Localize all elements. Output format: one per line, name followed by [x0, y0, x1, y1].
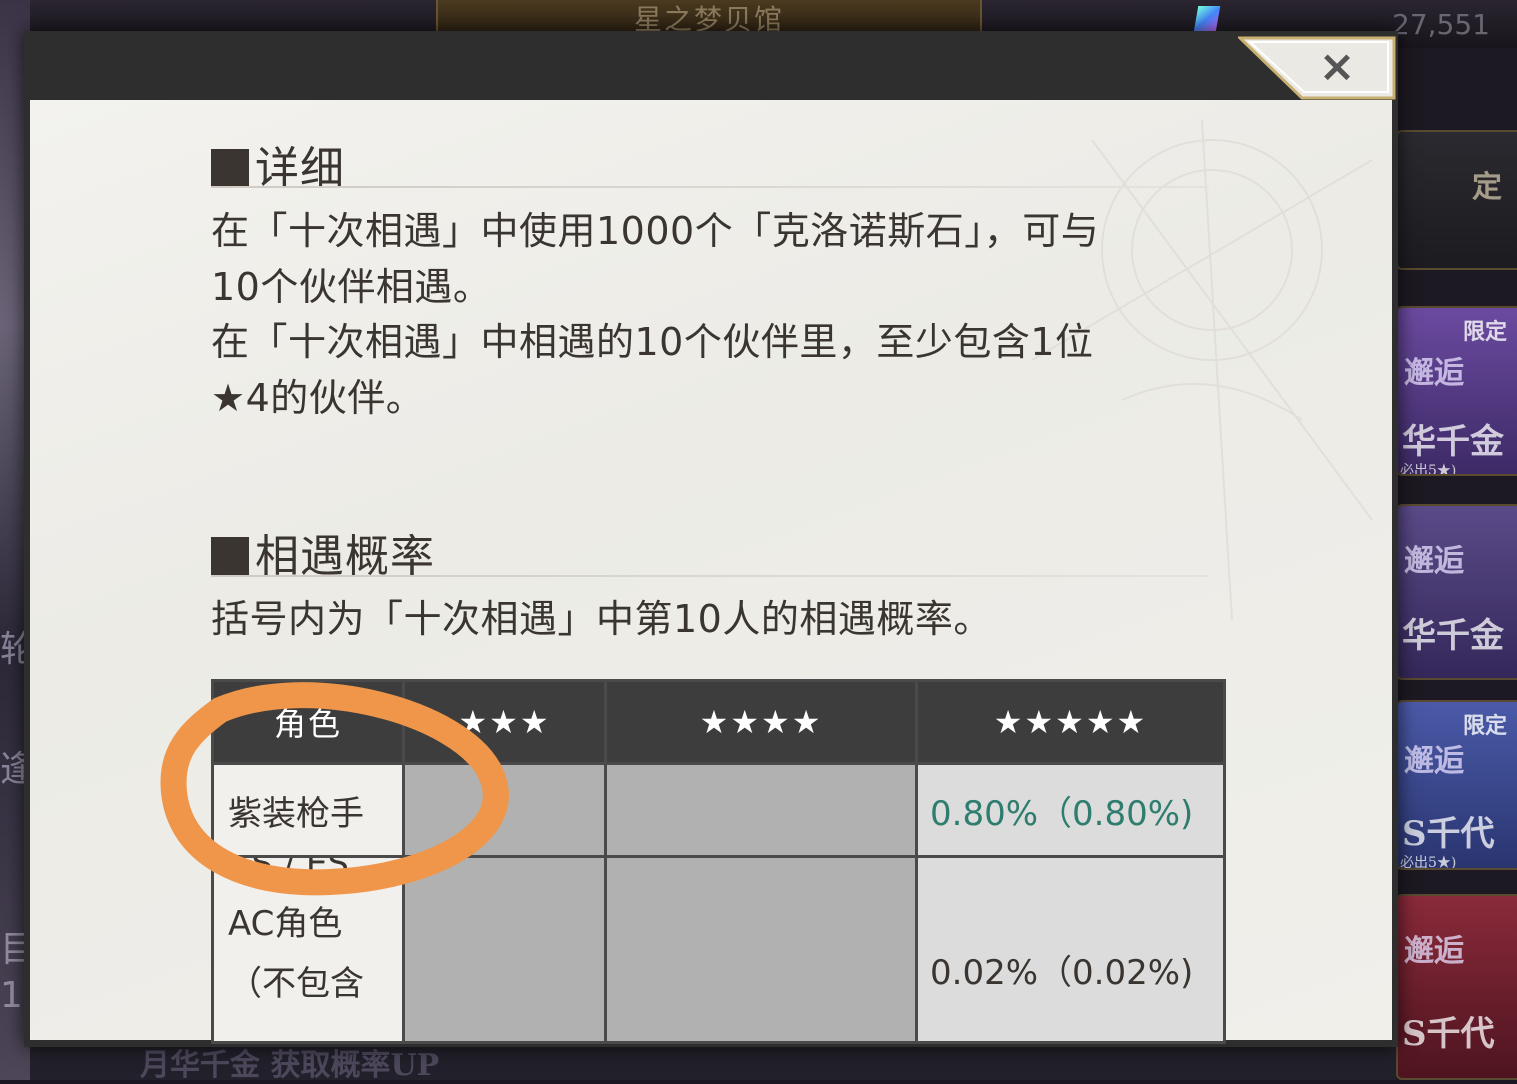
square-bullet-icon — [211, 537, 249, 575]
left-text: 1 — [0, 975, 23, 1016]
details-line: ★4的伙伴。 — [211, 375, 425, 420]
rates-note: 括号内为「十次相遇」中第10人的相遇概率。 — [211, 597, 992, 641]
banner-card[interactable]: 限定 邂逅 华千金 必出5★) — [1396, 306, 1517, 476]
close-button[interactable]: × — [1238, 36, 1396, 100]
details-line: 在「十次相遇」中相遇的10个伙伴里，至少包含1位 — [211, 320, 1094, 364]
limited-tag: 限定 — [1462, 713, 1507, 739]
rate-cell-star5: 0.02%（0.02%) — [915, 855, 1226, 1044]
table-row: AS / ES、 AC角色 （不包含 0.02%（0.02%) — [211, 855, 1226, 1044]
banner-card[interactable]: 定 — [1396, 130, 1517, 270]
gem-icon — [1193, 6, 1221, 32]
character-name: AS / ES、 AC角色 （不包含 — [211, 855, 405, 1044]
rate-cell-star5: 0.80%（0.80%) — [915, 762, 1226, 858]
banner-card-text: 邂逅 — [1404, 356, 1464, 391]
banner-card-name: S千代 — [1402, 814, 1495, 854]
character-name-line: AS / ES、 — [228, 856, 383, 885]
rates-table: 角色 ★★★ ★★★★ ★★★★★ 紫装枪手 0.80%（0.80%) AS /… — [211, 679, 1226, 1044]
banner-card-text: 邂逅 — [1404, 744, 1464, 779]
column-header: 角色 — [211, 679, 405, 765]
banner-list: 定 限定 邂逅 华千金 必出5★) 邂逅 华千金 限定 邂逅 S千代 必出5★)… — [1396, 48, 1517, 1080]
rate-cell-star3 — [402, 855, 607, 1044]
limited-tag: 限定 — [1462, 319, 1507, 345]
square-bullet-icon — [211, 149, 249, 187]
banner-card-text: 邂逅 — [1404, 544, 1464, 579]
banner-card-name: S千代 — [1402, 1014, 1495, 1054]
details-line: 在「十次相遇」中使用1000个「克洛诺斯石」，可与 — [211, 209, 1100, 253]
details-paragraph: 在「十次相遇」中使用1000个「克洛诺斯石」，可与 10个伙伴相遇。 在「十次相… — [211, 204, 1211, 426]
divider — [211, 186, 1209, 188]
banner-card-note: 必出5★) — [1400, 855, 1457, 870]
rate-cell-star4 — [604, 762, 918, 858]
table-header-row: 角色 ★★★ ★★★★ ★★★★★ — [211, 679, 1226, 765]
column-header: ★★★★ — [604, 679, 918, 765]
banner-card-text: 定 — [1472, 170, 1502, 205]
banner-card-text: 邂逅 — [1404, 934, 1464, 969]
column-header: ★★★★★ — [915, 679, 1226, 765]
banner-card-name: 华千金 — [1402, 422, 1504, 462]
character-name: 紫装枪手 — [211, 762, 405, 858]
character-name-line: AC角色 — [228, 904, 343, 944]
banner-card[interactable]: 限定 邂逅 S千代 必出5★) — [1396, 700, 1517, 870]
banner-card[interactable]: 邂逅 华千金 — [1396, 504, 1517, 680]
divider — [211, 575, 1209, 577]
banner-card-note: 必出5★) — [1400, 463, 1457, 476]
rate-cell-star3 — [402, 762, 607, 858]
character-name-line: （不包含 — [228, 964, 364, 1004]
rate-cell-star4 — [604, 855, 918, 1044]
currency-count: 27,551 — [1392, 8, 1490, 41]
banner-card[interactable]: 邂逅 S千代 — [1396, 894, 1517, 1080]
banner-card-name: 华千金 — [1402, 616, 1504, 656]
close-icon: × — [1318, 41, 1356, 92]
column-header: ★★★ — [402, 679, 607, 765]
details-line: 10个伙伴相遇。 — [211, 264, 492, 309]
table-row: 紫装枪手 0.80%（0.80%) — [211, 762, 1226, 858]
